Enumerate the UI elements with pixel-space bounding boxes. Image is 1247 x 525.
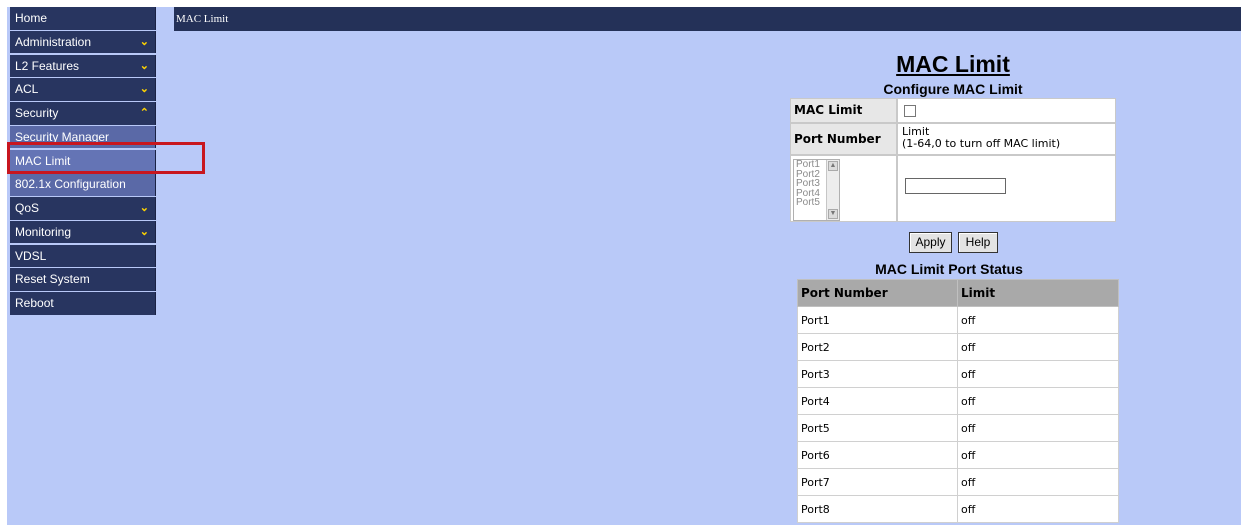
sidebar-item-label: Reboot bbox=[15, 296, 54, 310]
sidebar-item-label: QoS bbox=[15, 201, 40, 215]
limit-cell: off bbox=[957, 468, 1119, 496]
config-section-title: Configure MAC Limit bbox=[883, 81, 1023, 97]
mac-limit-checkbox[interactable] bbox=[904, 105, 916, 117]
port-cell: Port3 bbox=[797, 360, 958, 388]
breadcrumb-text: MAC Limit bbox=[176, 13, 229, 25]
table-row: Port7 off bbox=[797, 468, 1119, 496]
table-row: Port1 off bbox=[797, 306, 1119, 334]
chevron-down-icon: ⌄ bbox=[139, 59, 149, 72]
sidebar-item-label: 802.1x Configuration bbox=[15, 177, 126, 192]
sidebar-item-administration[interactable]: Administration ⌄ bbox=[10, 30, 156, 54]
sidebar-item-acl[interactable]: ACL ⌄ bbox=[10, 78, 156, 101]
table-row: Port2 off bbox=[797, 333, 1119, 361]
sidebar-item-mac-limit[interactable]: MAC Limit bbox=[10, 149, 156, 172]
sidebar-item-vdsl[interactable]: VDSL bbox=[10, 244, 156, 267]
sidebar-item-label: L2 Features bbox=[15, 58, 80, 73]
table-row: Port8 off bbox=[797, 495, 1119, 523]
page-background: Home Administration ⌄ L2 Features ⌄ ACL ⌄ S… bbox=[7, 7, 1241, 525]
status-section-title: MAC Limit Port Status bbox=[875, 261, 1023, 277]
limit-cell: off bbox=[957, 387, 1119, 415]
limit-input[interactable] bbox=[905, 178, 1006, 194]
mac-limit-cell bbox=[897, 98, 1116, 123]
limit-cell: off bbox=[957, 441, 1119, 469]
sidebar-item-label: Reset System bbox=[15, 272, 90, 287]
sidebar-item-label: MAC Limit bbox=[15, 153, 71, 168]
limit-cell: off bbox=[957, 333, 1119, 361]
port-select-cell: Port1 Port2 Port3 Port4 Port5 ▲ ▼ bbox=[790, 155, 897, 222]
limit-cell: off bbox=[957, 495, 1119, 523]
page-title: MAC Limit bbox=[896, 51, 1010, 77]
limit-hint: Limit (1-64,0 to turn off MAC limit) bbox=[897, 123, 1116, 155]
chevron-down-icon: ⌄ bbox=[139, 35, 149, 48]
config-table: MAC Limit Port Number Limit (1-64,0 to t… bbox=[790, 98, 1116, 222]
sidebar-item-l2-features[interactable]: L2 Features ⌄ bbox=[10, 54, 156, 77]
scroll-up-icon[interactable]: ▲ bbox=[828, 161, 838, 171]
limit-cell: off bbox=[957, 414, 1119, 442]
table-row: Port4 off bbox=[797, 387, 1119, 415]
help-button[interactable]: Help bbox=[958, 232, 998, 253]
sidebar-item-8021x-configuration[interactable]: 802.1x Configuration bbox=[10, 173, 156, 196]
sidebar-item-reset-system[interactable]: Reset System bbox=[10, 268, 156, 291]
table-row: Port6 off bbox=[797, 441, 1119, 469]
breadcrumb: MAC Limit bbox=[174, 7, 1241, 31]
port-cell: Port4 bbox=[797, 387, 958, 415]
limit-cell: off bbox=[957, 306, 1119, 334]
sidebar-item-label: Security bbox=[15, 106, 59, 120]
table-row: Port5 off bbox=[797, 414, 1119, 442]
port-cell: Port5 bbox=[797, 414, 958, 442]
limit-cell: off bbox=[957, 360, 1119, 388]
scrollbar[interactable]: ▲ ▼ bbox=[826, 160, 839, 220]
port-cell: Port6 bbox=[797, 441, 958, 469]
sidebar-item-label: ACL bbox=[15, 82, 39, 97]
port-select-list[interactable]: Port1 Port2 Port3 Port4 Port5 ▲ ▼ bbox=[793, 159, 840, 221]
mac-limit-label: MAC Limit bbox=[790, 98, 897, 123]
port-cell: Port8 bbox=[797, 495, 958, 523]
sidebar-item-label: Security Manager bbox=[15, 129, 110, 144]
port-cell: Port1 bbox=[797, 306, 958, 334]
port-cell: Port2 bbox=[797, 333, 958, 361]
sidebar-item-label: Monitoring bbox=[15, 224, 72, 239]
sidebar-item-qos[interactable]: QoS ⌄ bbox=[10, 197, 156, 220]
sidebar-item-label: Administration bbox=[15, 34, 92, 49]
chevron-down-icon: ⌄ bbox=[139, 225, 149, 238]
chevron-up-icon: ⌃ bbox=[139, 107, 149, 119]
status-table: Port Number Limit Port1 off Port2 off Port… bbox=[797, 279, 1119, 523]
chevron-down-icon: ⌄ bbox=[139, 202, 149, 214]
column-header-port-number: Port Number bbox=[797, 279, 958, 307]
sidebar-item-label: Home bbox=[15, 11, 48, 25]
scroll-down-icon[interactable]: ▼ bbox=[828, 209, 838, 219]
table-header-row: Port Number Limit bbox=[797, 279, 1119, 307]
limit-hint-line2: (1-64,0 to turn off MAC limit) bbox=[902, 137, 1061, 150]
sidebar-item-security[interactable]: Security ⌃ bbox=[10, 102, 156, 125]
sidebar-item-home[interactable]: Home bbox=[10, 7, 156, 30]
sidebar-item-monitoring[interactable]: Monitoring ⌄ bbox=[10, 220, 156, 244]
port-number-label: Port Number bbox=[790, 123, 897, 155]
sidebar: Home Administration ⌄ L2 Features ⌄ ACL ⌄ S… bbox=[10, 7, 156, 316]
sidebar-item-reboot[interactable]: Reboot bbox=[10, 292, 156, 315]
chevron-down-icon: ⌄ bbox=[139, 83, 149, 96]
apply-button[interactable]: Apply bbox=[909, 232, 952, 253]
sidebar-item-label: VDSL bbox=[15, 248, 47, 263]
column-header-limit: Limit bbox=[957, 279, 1119, 307]
port-cell: Port7 bbox=[797, 468, 958, 496]
table-row: Port3 off bbox=[797, 360, 1119, 388]
sidebar-item-security-manager[interactable]: Security Manager bbox=[10, 125, 156, 149]
